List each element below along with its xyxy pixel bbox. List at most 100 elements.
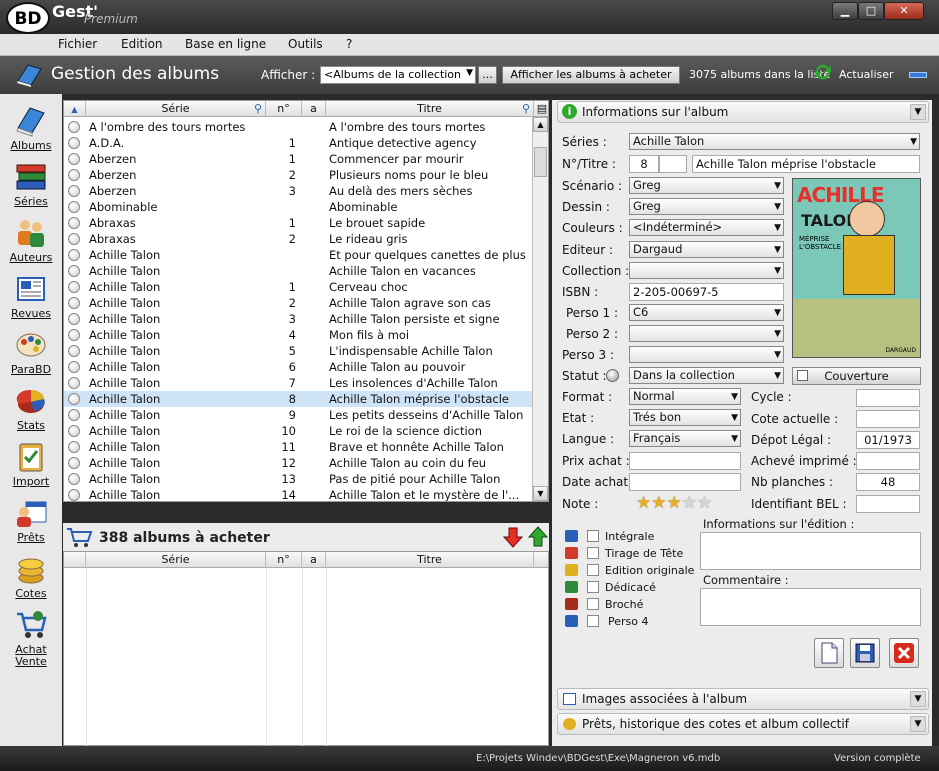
search-icon[interactable]: ⚲ xyxy=(254,101,262,117)
table-row[interactable]: Achille Talon 3 Achille Talon persiste et … xyxy=(64,311,534,327)
format-select[interactable]: Normal ▼ xyxy=(629,388,741,405)
perso3-select[interactable]: ▼ xyxy=(629,346,784,363)
identifiant-bel-field[interactable] xyxy=(856,495,920,513)
album-number-field[interactable]: 8 xyxy=(629,155,659,173)
new-album-button[interactable] xyxy=(814,638,844,668)
row-radio-icon[interactable] xyxy=(68,233,80,245)
table-row[interactable]: Aberzen 1 Commencer par mourir xyxy=(64,151,534,167)
images-section[interactable]: Images associées à l'album ▼ xyxy=(557,688,929,710)
sort-column-header[interactable]: ▲ xyxy=(64,101,86,117)
menu-base-en-ligne[interactable]: Base en ligne xyxy=(185,37,266,51)
chevron-down-icon[interactable]: ▼ xyxy=(910,716,926,732)
scroll-down-icon[interactable]: ▼ xyxy=(533,486,548,501)
menu-edition[interactable]: Edition xyxy=(121,37,163,51)
cancel-button[interactable] xyxy=(889,638,919,668)
depot-legal-field[interactable]: 01/1973 xyxy=(856,431,920,449)
close-button[interactable]: ✕ xyxy=(884,2,924,20)
row-radio-icon[interactable] xyxy=(68,345,80,357)
row-radio-icon[interactable] xyxy=(68,265,80,277)
row-radio-icon[interactable] xyxy=(68,313,80,325)
row-radio-icon[interactable] xyxy=(68,425,80,437)
row-radio-icon[interactable] xyxy=(68,409,80,421)
star-filled-icon[interactable]: ★ xyxy=(651,493,666,513)
edition-info-textarea[interactable] xyxy=(700,532,921,570)
row-radio-icon[interactable] xyxy=(68,489,80,501)
column-serie[interactable]: Série ⚲ xyxy=(86,101,266,117)
scroll-thumb[interactable] xyxy=(534,147,547,177)
table-row[interactable]: Achille Talon 1 Cerveau choc xyxy=(64,279,534,295)
row-radio-icon[interactable] xyxy=(68,201,80,213)
sidebar-item-stats[interactable]: Stats xyxy=(0,384,62,432)
maximize-button[interactable]: □ xyxy=(858,2,884,20)
rating-stars[interactable]: ★★★★★ xyxy=(636,493,720,513)
up-arrow-icon[interactable] xyxy=(528,526,548,548)
perso1-select[interactable]: C6 ▼ xyxy=(629,304,784,321)
sidebar-item-auteurs[interactable]: Auteurs xyxy=(0,216,62,264)
checkbox-6[interactable] xyxy=(587,615,599,627)
grid-scrollbar[interactable]: ▲ ▼ xyxy=(532,117,548,501)
nb-planches-field[interactable]: 48 xyxy=(856,473,920,491)
table-row[interactable]: Achille Talon Et pour quelques canettes d… xyxy=(64,247,534,263)
table-row[interactable]: Achille Talon 6 Achille Talon au pouvoir xyxy=(64,359,534,375)
chevron-down-icon[interactable]: ▼ xyxy=(910,104,926,120)
column-titre[interactable]: Titre xyxy=(326,552,534,568)
sidebar-item-achat-vente[interactable]: Achat Vente xyxy=(0,608,62,668)
show-to-buy-button[interactable]: Afficher les albums à acheter xyxy=(502,66,680,84)
star-filled-icon[interactable]: ★ xyxy=(636,493,651,513)
perso2-select[interactable]: ▼ xyxy=(629,325,784,342)
column-num[interactable]: n° xyxy=(266,552,302,568)
collection-select[interactable]: ▼ xyxy=(629,262,784,279)
row-radio-icon[interactable] xyxy=(68,457,80,469)
table-row[interactable]: Achille Talon 11 Brave et honnête Achille … xyxy=(64,439,534,455)
scenario-select[interactable]: Greg ▼ xyxy=(629,177,784,194)
table-row[interactable]: Achille Talon 9 Les petits desseins d'Achi… xyxy=(64,407,534,423)
sidebar-item-albums[interactable]: Albums xyxy=(0,104,62,152)
column-a[interactable]: a xyxy=(302,101,326,117)
table-row[interactable]: Abominable Abominable xyxy=(64,199,534,215)
checkbox-3[interactable] xyxy=(587,564,599,576)
menu-help[interactable]: ? xyxy=(346,37,352,51)
editeur-select[interactable]: Dargaud ▼ xyxy=(629,241,784,258)
comment-textarea[interactable] xyxy=(700,588,921,626)
sidebar-item-cotes[interactable]: Cotes xyxy=(0,552,62,600)
refresh-icon[interactable] xyxy=(812,61,834,83)
row-radio-icon[interactable] xyxy=(68,329,80,341)
table-row[interactable]: Achille Talon 8 Achille Talon méprise l'ob… xyxy=(64,391,534,407)
column-num[interactable]: n° xyxy=(266,101,302,117)
column-titre[interactable]: Titre ⚲ xyxy=(326,101,534,117)
star-filled-icon[interactable]: ★ xyxy=(667,493,682,513)
prets-section[interactable]: Prêts, historique des cotes et album col… xyxy=(557,713,929,735)
isbn-field[interactable]: 2-205-00697-5 xyxy=(629,283,784,301)
menu-outils[interactable]: Outils xyxy=(288,37,323,51)
save-button[interactable] xyxy=(850,638,880,668)
album-cover[interactable]: ACHILLE TALON MÉPRISE L'OBSTACLE DARGAUD xyxy=(792,178,921,358)
status-radio-icon[interactable] xyxy=(606,369,619,382)
dessin-select[interactable]: Greg ▼ xyxy=(629,198,784,215)
row-radio-icon[interactable] xyxy=(68,281,80,293)
filter-select[interactable]: <Albums de la collection ▼ xyxy=(320,66,476,84)
star-empty-icon[interactable]: ★ xyxy=(682,493,697,513)
table-row[interactable]: Achille Talon 13 Pas de pitié pour Achille… xyxy=(64,471,534,487)
cycle-field[interactable] xyxy=(856,389,920,407)
date-achat-field[interactable] xyxy=(629,473,741,491)
cote-field[interactable] xyxy=(856,410,920,428)
table-row[interactable]: Achille Talon 4 Mon fils à moi xyxy=(64,327,534,343)
row-radio-icon[interactable] xyxy=(68,121,80,133)
album-number-suffix-field[interactable] xyxy=(659,155,687,173)
table-row[interactable]: A l'ombre des tours mortes A l'ombre des … xyxy=(64,119,534,135)
star-empty-icon[interactable]: ★ xyxy=(697,493,712,513)
prix-achat-field[interactable] xyxy=(629,452,741,470)
table-row[interactable]: Abraxas 1 Le brouet sapide xyxy=(64,215,534,231)
collapse-panel-button[interactable] xyxy=(909,72,927,78)
table-row[interactable]: Abraxas 2 Le rideau gris xyxy=(64,231,534,247)
filter-options-button[interactable]: ... xyxy=(478,66,497,84)
row-radio-icon[interactable] xyxy=(68,361,80,373)
search-icon[interactable]: ⚲ xyxy=(522,101,530,117)
table-row[interactable]: Achille Talon 5 L'indispensable Achille Ta… xyxy=(64,343,534,359)
column-serie[interactable]: Série xyxy=(86,552,266,568)
row-radio-icon[interactable] xyxy=(68,441,80,453)
table-row[interactable]: Aberzen 2 Plusieurs noms pour le bleu xyxy=(64,167,534,183)
checkbox-4[interactable] xyxy=(587,581,599,593)
table-row[interactable]: Achille Talon 12 Achille Talon au coin du … xyxy=(64,455,534,471)
row-radio-icon[interactable] xyxy=(68,185,80,197)
